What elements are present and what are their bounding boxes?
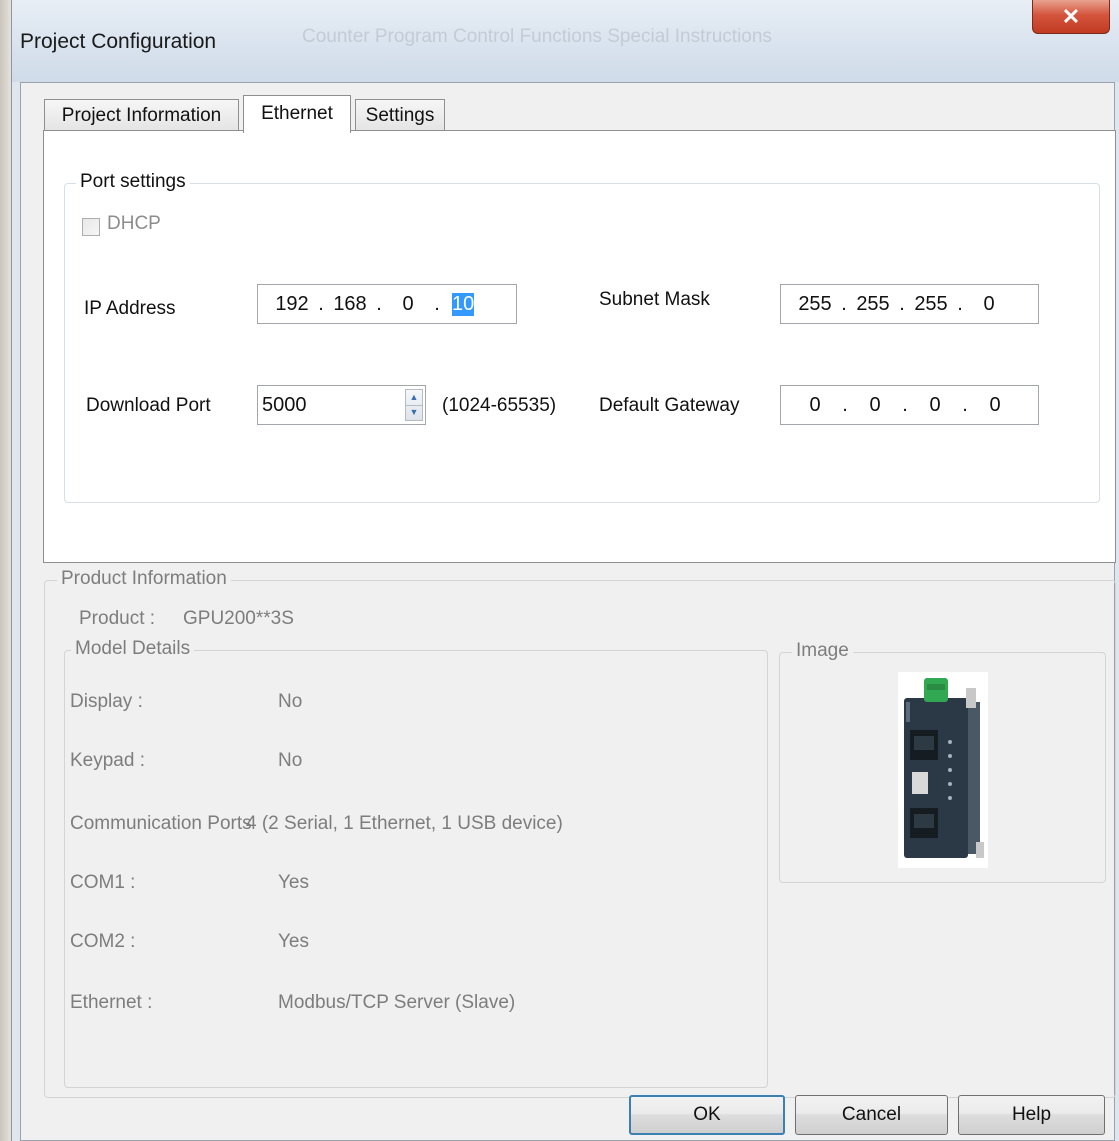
- port-settings-group: [64, 183, 1100, 503]
- octet-separator: .: [902, 393, 908, 416]
- download-port-value[interactable]: 5000: [262, 394, 307, 417]
- detail-value-display: No: [278, 691, 303, 712]
- octet-separator: .: [376, 292, 382, 315]
- ok-button[interactable]: OK: [629, 1095, 785, 1135]
- detail-label-com2: COM2 :: [70, 931, 136, 952]
- download-port-spinner[interactable]: ▲ ▼: [405, 389, 423, 421]
- detail-label-display: Display :: [70, 691, 143, 712]
- detail-value-com1: Yes: [278, 872, 309, 893]
- spin-down-icon[interactable]: ▼: [406, 405, 422, 420]
- ip-octet-2[interactable]: 168: [330, 293, 370, 316]
- download-port-input[interactable]: 5000 ▲ ▼: [257, 385, 426, 425]
- tab-project-information[interactable]: Project Information: [44, 99, 239, 131]
- background-menu-text: Counter Program Control Functions Specia…: [302, 26, 772, 47]
- detail-value-keypad: No: [278, 750, 303, 771]
- detail-value-com2: Yes: [278, 931, 309, 952]
- download-port-label: Download Port: [86, 395, 211, 416]
- window-title: Project Configuration: [20, 30, 217, 53]
- image-legend: Image: [792, 640, 853, 662]
- default-gateway-field[interactable]: 0 . 0 . 0 . 0: [780, 385, 1039, 425]
- model-details-group: [64, 650, 768, 1088]
- subnet-octet-2[interactable]: 255: [853, 293, 893, 316]
- device-image: [898, 672, 988, 868]
- download-port-range: (1024-65535): [442, 395, 557, 416]
- octet-separator: .: [899, 292, 905, 315]
- ip-octet-4-selected[interactable]: 10: [452, 292, 474, 316]
- product-information-legend: Product Information: [57, 568, 231, 590]
- ip-address-field[interactable]: 192 . 168 . 0 . 10: [257, 284, 517, 324]
- subnet-mask-label: Subnet Mask: [599, 289, 710, 310]
- close-icon: ✕: [1061, 3, 1081, 29]
- octet-separator: .: [841, 292, 847, 315]
- octet-separator: .: [434, 292, 440, 315]
- detail-value-ethernet: Modbus/TCP Server (Slave): [278, 992, 516, 1013]
- detail-value-communication-ports: 4 (2 Serial, 1 Ethernet, 1 USB device): [246, 813, 563, 834]
- subnet-octet-3[interactable]: 255: [911, 293, 951, 316]
- subnet-octet-4[interactable]: 0: [969, 293, 1009, 316]
- octet-separator: .: [842, 393, 848, 416]
- dhcp-label: DHCP: [107, 213, 161, 234]
- detail-label-keypad: Keypad :: [70, 750, 145, 771]
- detail-label-com1: COM1 :: [70, 872, 136, 893]
- gateway-octet-4[interactable]: 0: [983, 394, 1007, 417]
- detail-label-ethernet: Ethernet :: [70, 992, 153, 1013]
- tab-settings[interactable]: Settings: [355, 99, 445, 131]
- cancel-button[interactable]: Cancel: [795, 1095, 948, 1135]
- octet-separator: .: [318, 292, 324, 315]
- octet-separator: .: [962, 393, 968, 416]
- product-value: GPU200**3S: [183, 608, 294, 629]
- subnet-mask-field[interactable]: 255 . 255 . 255 . 0: [780, 284, 1039, 324]
- close-button[interactable]: ✕: [1032, 0, 1110, 34]
- ip-octet-1[interactable]: 192: [272, 293, 312, 316]
- default-gateway-label: Default Gateway: [599, 395, 740, 416]
- gateway-octet-2[interactable]: 0: [863, 394, 887, 417]
- tab-ethernet[interactable]: Ethernet: [243, 95, 351, 133]
- gateway-octet-3[interactable]: 0: [923, 394, 947, 417]
- title-bar[interactable]: Project Configuration Counter Program Co…: [12, 0, 1119, 82]
- help-button[interactable]: Help: [958, 1095, 1105, 1135]
- detail-label-communication-ports: Communication Ports: [70, 813, 252, 834]
- subnet-octet-1[interactable]: 255: [795, 293, 835, 316]
- ip-address-label: IP Address: [84, 298, 176, 319]
- product-label: Product :: [79, 608, 156, 629]
- dhcp-checkbox[interactable]: [82, 218, 100, 236]
- octet-separator: .: [957, 292, 963, 315]
- spin-up-icon[interactable]: ▲: [406, 390, 422, 406]
- gateway-octet-1[interactable]: 0: [803, 394, 827, 417]
- desktop-edge: [0, 0, 11, 1141]
- model-details-legend: Model Details: [71, 638, 195, 660]
- ip-octet-3[interactable]: 0: [388, 293, 428, 316]
- port-settings-legend: Port settings: [76, 171, 190, 193]
